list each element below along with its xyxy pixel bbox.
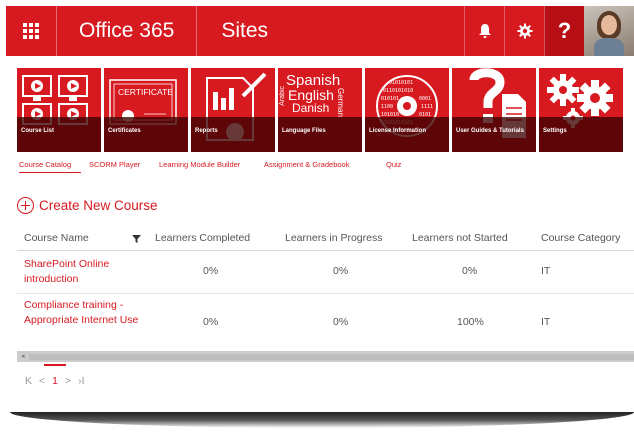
column-header-course-name[interactable]: Course Name (24, 232, 89, 244)
tile-user-guides[interactable]: User Guides & Tutorials (452, 68, 536, 152)
column-header-learners-not-started[interactable]: Learners not Started (412, 232, 508, 244)
svg-text:0110101010: 0110101010 (383, 88, 413, 94)
user-avatar[interactable] (584, 6, 634, 56)
nav-quiz[interactable]: Quiz (386, 160, 401, 169)
pager: K < 1 > ›I (25, 364, 85, 387)
tile-label: Settings (543, 128, 567, 134)
horizontal-scrollbar[interactable]: ◂ (17, 351, 634, 362)
language-word-spanish: Spanish (286, 72, 341, 89)
scrollbar-thumb[interactable] (29, 354, 634, 360)
settings-button[interactable] (504, 6, 544, 56)
table-row[interactable]: SharePoint Online introduction 0% 0% 0% … (17, 251, 634, 294)
certificate-text: CERTIFICATE (118, 87, 173, 97)
filter-icon[interactable] (132, 235, 141, 243)
current-page[interactable]: 1 (44, 364, 66, 387)
course-name-link[interactable]: Compliance training - Appropriate Intern… (24, 298, 144, 328)
help-icon: ? (557, 18, 572, 43)
tile-label: Certificates (108, 128, 141, 134)
tile-course-list[interactable]: Course List (17, 68, 101, 152)
course-category-value: IT (541, 265, 551, 277)
waffle-icon (23, 23, 39, 39)
tile-language-files[interactable]: Spanish English Danish German Arabic Lan… (278, 68, 362, 152)
table-row[interactable]: Compliance training - Appropriate Intern… (17, 294, 634, 352)
svg-text:010101: 010101 (381, 96, 399, 102)
course-name-link[interactable]: SharePoint Online introduction (24, 257, 144, 287)
tile-certificates[interactable]: CERTIFICATE Certificates (104, 68, 188, 152)
app-launcher-button[interactable] (6, 6, 57, 56)
svg-text:1100: 1100 (381, 104, 393, 110)
tile-reports[interactable]: Reports (191, 68, 275, 152)
language-word-arabic: Arabic (279, 86, 286, 106)
tile-label: Reports (195, 128, 218, 134)
column-header-learners-completed[interactable]: Learners Completed (155, 232, 250, 244)
last-page-button[interactable]: ›I (78, 375, 84, 387)
column-header-learners-in-progress[interactable]: Learners in Progress (285, 232, 382, 244)
gear-icon (517, 23, 532, 39)
tile-label: Language Files (282, 128, 326, 134)
svg-text:01010101: 01010101 (389, 80, 413, 86)
active-nav-indicator (19, 172, 81, 173)
learners-in-progress-value: 0% (333, 316, 349, 328)
help-button[interactable]: ? (544, 6, 584, 56)
plus-circle-icon (17, 197, 34, 214)
nav-scorm-player[interactable]: SCORM Player (89, 160, 140, 169)
nav-assignment-gradebook[interactable]: Assignment & Gradebook (264, 160, 349, 169)
language-word-english: English (288, 87, 334, 103)
office365-brand[interactable]: Office 365 (57, 6, 198, 56)
learners-in-progress-value: 0% (333, 265, 349, 277)
create-new-course-button[interactable]: Create New Course (17, 197, 158, 214)
previous-page-button[interactable]: < (39, 375, 45, 387)
tile-label: Course List (21, 128, 55, 134)
table-header: Course Name Learners Completed Learners … (17, 226, 634, 251)
page-shadow (10, 412, 634, 428)
first-page-button[interactable]: K (25, 375, 32, 387)
tile-label: License Information (369, 128, 427, 134)
create-new-course-label: Create New Course (39, 198, 158, 213)
next-page-button[interactable]: > (65, 375, 71, 387)
course-category-value: IT (541, 316, 551, 328)
svg-text:1111: 1111 (421, 104, 433, 110)
nav-learning-module-builder[interactable]: Learning Module Builder (159, 160, 240, 169)
language-word-german: German (336, 88, 345, 117)
learners-completed-value: 0% (203, 316, 219, 328)
column-header-course-category[interactable]: Course Category (541, 232, 620, 244)
tile-settings[interactable]: Settings (539, 68, 623, 152)
nav-course-catalog[interactable]: Course Catalog (19, 160, 71, 169)
feature-tiles: Course List CERTIFICATE Certificates Rep… (17, 68, 623, 152)
learners-not-started-value: 0% (462, 265, 478, 277)
course-table: Course Name Learners Completed Learners … (17, 226, 634, 352)
language-word-danish: Danish (292, 101, 330, 115)
learners-not-started-value: 100% (457, 316, 484, 328)
tile-label: User Guides & Tutorials (456, 128, 524, 134)
tile-license-information[interactable]: 01010101 0110101010 010101 0001 1100 1111 … (365, 68, 449, 152)
site-title[interactable]: Sites (197, 6, 464, 56)
learners-completed-value: 0% (203, 265, 219, 277)
bell-icon (478, 24, 491, 38)
svg-text:0001: 0001 (419, 96, 431, 102)
scroll-left-icon[interactable]: ◂ (21, 352, 25, 360)
notifications-button[interactable] (464, 6, 504, 56)
suite-bar: Office 365 Sites ? (6, 6, 634, 56)
